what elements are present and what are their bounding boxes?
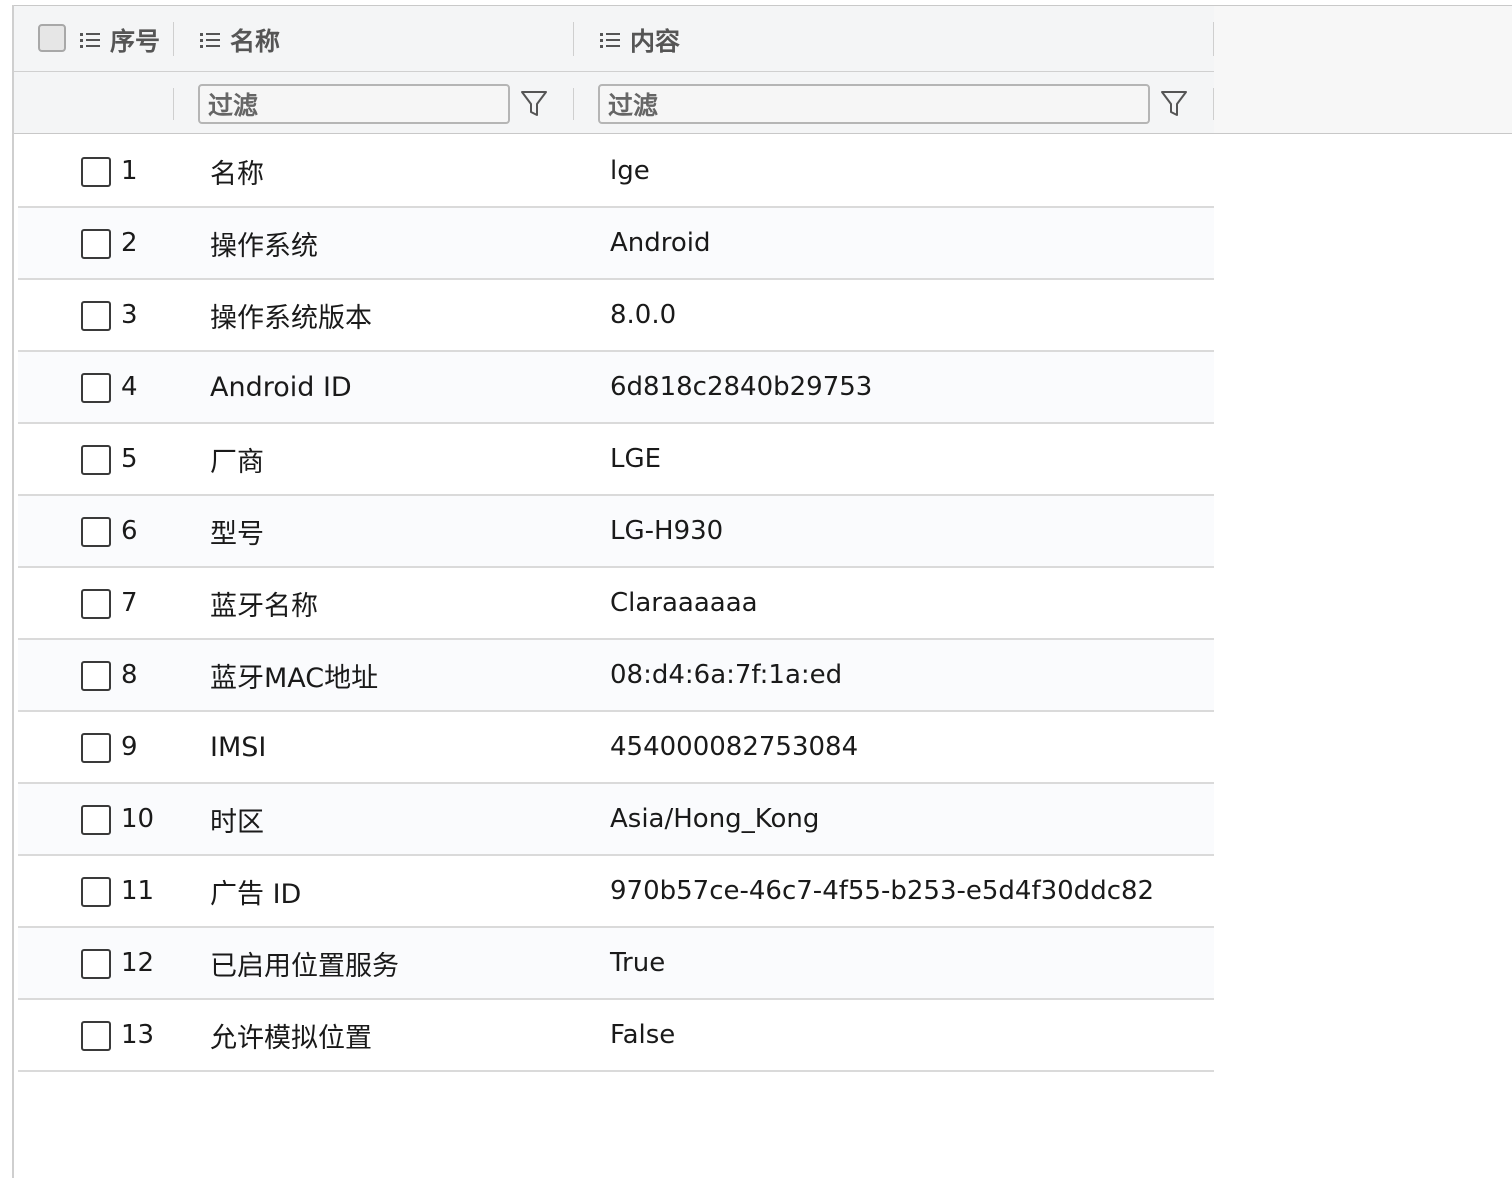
row-index: 8 bbox=[121, 660, 138, 690]
row-index: 12 bbox=[121, 948, 155, 978]
row-index: 2 bbox=[121, 228, 138, 258]
table-row[interactable]: 2 操作系统 Android bbox=[18, 208, 1214, 280]
table-row[interactable]: 7 蓝牙名称 Claraaaaaa bbox=[18, 568, 1214, 640]
row-index: 3 bbox=[121, 300, 138, 330]
row-name: Android ID bbox=[210, 371, 352, 403]
row-name: 名称 bbox=[210, 158, 264, 190]
row-content: Claraaaaaa bbox=[610, 588, 758, 618]
header-bottom-border bbox=[14, 133, 1512, 134]
table-row[interactable]: 11 广告 ID 970b57ce-46c7-4f55-b253-e5d4f30dd… bbox=[18, 856, 1214, 928]
row-name: 广告 ID bbox=[210, 878, 302, 910]
row-checkbox[interactable] bbox=[81, 517, 111, 547]
column-separator bbox=[1213, 88, 1214, 120]
row-index: 6 bbox=[121, 516, 138, 546]
row-content: False bbox=[610, 1020, 676, 1050]
row-index: 4 bbox=[121, 372, 138, 402]
filter-icon[interactable] bbox=[1160, 89, 1188, 119]
row-index: 7 bbox=[121, 588, 138, 618]
column-header-index-label: 序号 bbox=[110, 27, 161, 56]
row-name: IMSI bbox=[210, 731, 267, 763]
table-row[interactable]: 9 IMSI 454000082753084 bbox=[18, 712, 1214, 784]
row-content: True bbox=[610, 948, 666, 978]
row-name: 时区 bbox=[210, 806, 264, 838]
name-filter-input[interactable]: 过滤 bbox=[198, 84, 510, 124]
row-checkbox[interactable] bbox=[81, 1021, 111, 1051]
row-name: 型号 bbox=[210, 518, 264, 550]
column-separator[interactable] bbox=[1213, 22, 1214, 56]
row-checkbox[interactable] bbox=[81, 157, 111, 187]
row-content: 6d818c2840b29753 bbox=[610, 372, 873, 402]
header-divider bbox=[14, 71, 1214, 72]
row-name: 操作系统版本 bbox=[210, 302, 372, 334]
row-index: 5 bbox=[121, 444, 138, 474]
table-row[interactable]: 8 蓝牙MAC地址 08:d4:6a:7f:1a:ed bbox=[18, 640, 1214, 712]
row-name: 允许模拟位置 bbox=[210, 1022, 372, 1054]
column-header-name[interactable]: 名称 bbox=[200, 20, 280, 60]
column-separator[interactable] bbox=[173, 22, 174, 56]
row-checkbox[interactable] bbox=[81, 301, 111, 331]
row-index: 11 bbox=[121, 876, 155, 906]
select-all-checkbox[interactable] bbox=[38, 24, 66, 52]
row-content: LG-H930 bbox=[610, 516, 724, 546]
column-header-content-label: 内容 bbox=[630, 27, 681, 56]
column-header-name-label: 名称 bbox=[230, 27, 281, 56]
row-index: 10 bbox=[121, 804, 155, 834]
table-row[interactable]: 3 操作系统版本 8.0.0 bbox=[18, 280, 1214, 352]
row-name: 蓝牙名称 bbox=[210, 590, 318, 622]
row-checkbox[interactable] bbox=[81, 949, 111, 979]
device-info-grid: 序号 名称 内容 过滤 过滤 1 名称 lge 2 操作系统 Android 3 操作系统版本… bbox=[0, 0, 1512, 1178]
column-separator[interactable] bbox=[573, 22, 574, 56]
row-index: 9 bbox=[121, 732, 138, 762]
column-separator bbox=[573, 88, 574, 120]
table-row[interactable]: 6 型号 LG-H930 bbox=[18, 496, 1214, 568]
column-header-content[interactable]: 内容 bbox=[600, 20, 680, 60]
row-name: 操作系统 bbox=[210, 230, 318, 262]
row-content: Android bbox=[610, 228, 711, 258]
list-icon bbox=[80, 32, 100, 48]
row-index: 13 bbox=[121, 1020, 155, 1050]
list-icon bbox=[200, 32, 220, 48]
row-index: 1 bbox=[121, 156, 138, 186]
row-checkbox[interactable] bbox=[81, 229, 111, 259]
row-checkbox[interactable] bbox=[81, 733, 111, 763]
row-checkbox[interactable] bbox=[81, 445, 111, 475]
grid-left-border bbox=[12, 5, 14, 1178]
column-separator bbox=[173, 88, 174, 120]
table-row[interactable]: 1 名称 lge bbox=[18, 136, 1214, 208]
row-content: 08:d4:6a:7f:1a:ed bbox=[610, 660, 843, 690]
row-checkbox[interactable] bbox=[81, 373, 111, 403]
column-header-index[interactable]: 序号 bbox=[80, 20, 160, 60]
table-row[interactable]: 12 已启用位置服务 True bbox=[18, 928, 1214, 1000]
row-content: lge bbox=[610, 156, 650, 186]
content-filter-placeholder: 过滤 bbox=[608, 91, 659, 120]
row-name: 蓝牙MAC地址 bbox=[210, 662, 379, 694]
row-name: 已启用位置服务 bbox=[210, 950, 399, 982]
row-checkbox[interactable] bbox=[81, 589, 111, 619]
row-content: LGE bbox=[610, 444, 662, 474]
name-filter-placeholder: 过滤 bbox=[208, 91, 259, 120]
content-filter-input[interactable]: 过滤 bbox=[598, 84, 1150, 124]
row-checkbox[interactable] bbox=[81, 661, 111, 691]
row-checkbox[interactable] bbox=[81, 877, 111, 907]
table-row[interactable]: 13 允许模拟位置 False bbox=[18, 1000, 1214, 1072]
table-row[interactable]: 4 Android ID 6d818c2840b29753 bbox=[18, 352, 1214, 424]
table-row[interactable]: 5 厂商 LGE bbox=[18, 424, 1214, 496]
list-icon bbox=[600, 32, 620, 48]
row-checkbox[interactable] bbox=[81, 805, 111, 835]
row-content: Asia/Hong_Kong bbox=[610, 804, 820, 834]
table-row[interactable]: 10 时区 Asia/Hong_Kong bbox=[18, 784, 1214, 856]
grid-header-empty-area bbox=[1214, 6, 1512, 133]
filter-icon[interactable] bbox=[520, 89, 548, 119]
row-content: 454000082753084 bbox=[610, 732, 859, 762]
row-content: 8.0.0 bbox=[610, 300, 677, 330]
row-name: 厂商 bbox=[210, 446, 264, 478]
row-content: 970b57ce-46c7-4f55-b253-e5d4f30ddc82 bbox=[610, 876, 1155, 906]
